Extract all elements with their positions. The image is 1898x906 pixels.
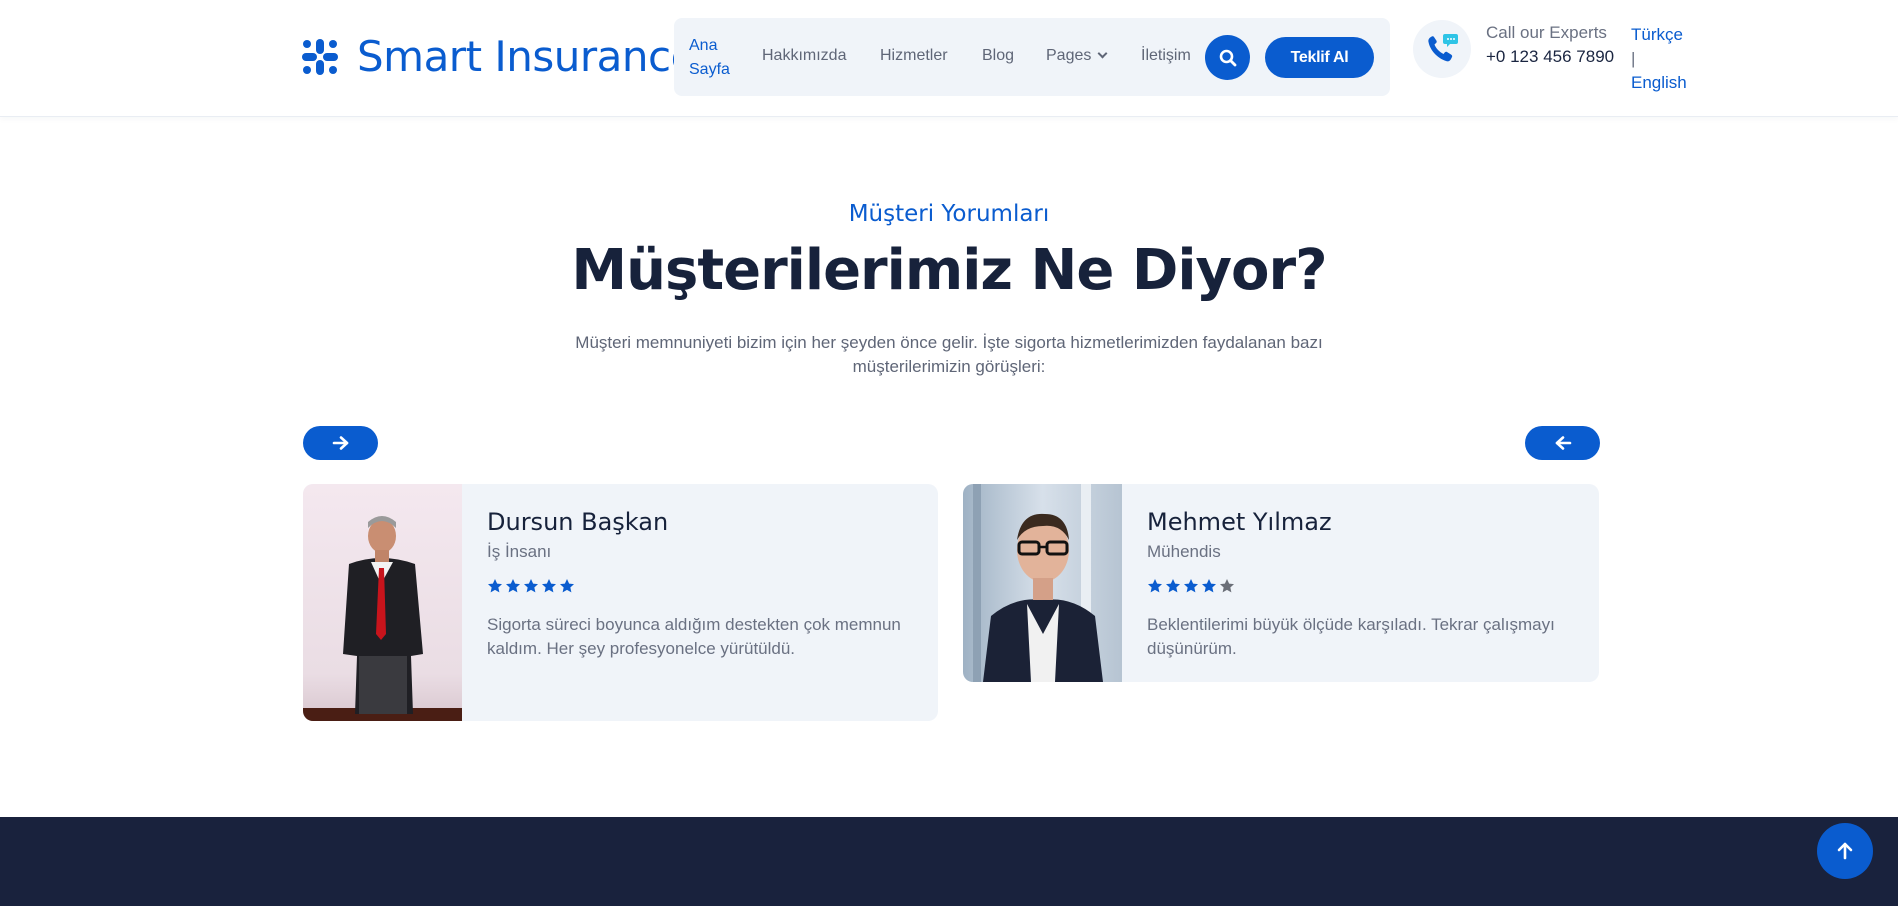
lang-english-link[interactable]: English bbox=[1631, 71, 1687, 95]
section-title: Müşterilerimiz Ne Diyor? bbox=[571, 238, 1327, 303]
star-icon bbox=[1166, 579, 1180, 593]
arrow-up-icon bbox=[1837, 842, 1853, 860]
section-description: Müşteri memnuniyeti bizim için her şeyde… bbox=[575, 333, 1323, 376]
customer-name: Dursun Başkan bbox=[487, 508, 669, 536]
brand-logo-icon bbox=[302, 38, 338, 75]
footer-section bbox=[0, 817, 1898, 906]
nav-item-home[interactable]: Ana Sayfa bbox=[689, 34, 730, 82]
star-icon bbox=[488, 579, 502, 593]
star-icon bbox=[506, 579, 520, 593]
star-icon bbox=[1202, 579, 1216, 593]
testimonial-card: Dursun Başkan İş İnsanı Sigorta süreci b… bbox=[303, 484, 938, 721]
lang-turkish-link[interactable]: Türkçe bbox=[1631, 23, 1687, 47]
review-text: Beklentilerimi büyük ölçüde karşıladı. T… bbox=[1147, 615, 1555, 658]
carousel-next-button[interactable] bbox=[303, 426, 378, 460]
nav-item-blog[interactable]: Blog bbox=[982, 47, 1014, 65]
nav-item-services[interactable]: Hizmetler bbox=[880, 47, 948, 65]
rating-stars bbox=[487, 578, 918, 596]
customer-photo bbox=[303, 484, 462, 721]
nav-pages-label: Pages bbox=[1046, 47, 1092, 64]
call-label: Call our Experts bbox=[1486, 23, 1607, 42]
search-icon bbox=[1219, 49, 1236, 66]
star-icon bbox=[524, 579, 538, 593]
star-icon bbox=[1220, 579, 1234, 593]
star-icon bbox=[542, 579, 556, 593]
testimonial-body: Dursun Başkan İş İnsanı Sigorta süreci b… bbox=[487, 508, 918, 661]
star-icon bbox=[560, 579, 574, 593]
customer-role: İş İnsanı bbox=[487, 542, 552, 561]
brand-name: Smart Insurance bbox=[357, 32, 696, 81]
carousel-prev-button[interactable] bbox=[1525, 426, 1600, 460]
customer-photo bbox=[963, 484, 1122, 682]
call-number[interactable]: +0 123 456 7890 bbox=[1486, 47, 1614, 67]
phone-chat-icon bbox=[1413, 20, 1471, 78]
nav-item-contact[interactable]: İletişim bbox=[1141, 47, 1191, 65]
brand-logo-link[interactable]: Smart Insurance bbox=[301, 32, 696, 81]
nav-home-line2: Sayfa bbox=[689, 61, 730, 78]
lang-separator: | bbox=[1631, 49, 1636, 68]
nav-item-about[interactable]: Hakkımızda bbox=[762, 47, 846, 65]
star-icon bbox=[1184, 579, 1198, 593]
star-icon bbox=[1148, 579, 1162, 593]
customer-role: Mühendis bbox=[1147, 542, 1221, 561]
nav-item-pages[interactable]: Pages bbox=[1046, 47, 1108, 65]
arrow-right-icon bbox=[332, 436, 348, 450]
testimonial-body: Mehmet Yılmaz Mühendis Beklentilerimi bü… bbox=[1147, 508, 1579, 661]
site-header: Smart Insurance Ana Sayfa Hakkımızda Hiz… bbox=[0, 0, 1898, 117]
customer-name: Mehmet Yılmaz bbox=[1147, 508, 1332, 536]
review-text: Sigorta süreci boyunca aldığım destekten… bbox=[487, 615, 901, 658]
get-quote-button[interactable]: Teklif Al bbox=[1265, 37, 1374, 78]
language-switcher: Türkçe | English bbox=[1631, 23, 1687, 95]
search-button[interactable] bbox=[1205, 35, 1250, 80]
nav-home-line1: Ana bbox=[689, 37, 718, 54]
arrow-left-icon bbox=[1555, 436, 1571, 450]
testimonial-card: Mehmet Yılmaz Mühendis Beklentilerimi bü… bbox=[963, 484, 1599, 682]
chevron-down-icon bbox=[1097, 48, 1108, 59]
back-to-top-button[interactable] bbox=[1817, 823, 1873, 879]
rating-stars bbox=[1147, 578, 1579, 596]
section-subtitle: Müşteri Yorumları bbox=[848, 201, 1050, 227]
